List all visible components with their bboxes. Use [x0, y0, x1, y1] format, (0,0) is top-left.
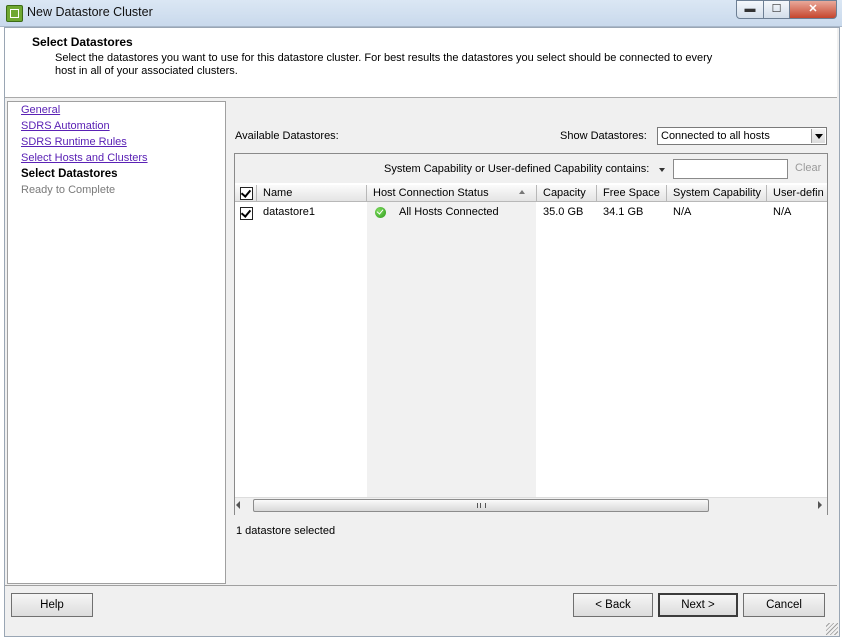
column-header-free-space[interactable]: Free Space — [597, 185, 667, 202]
chevron-down-icon[interactable] — [811, 129, 825, 143]
next-button[interactable]: Next > — [658, 593, 738, 617]
selection-summary: 1 datastore selected — [236, 525, 336, 537]
filter-menu-caret-icon[interactable] — [659, 168, 665, 172]
nav-step-general[interactable]: General — [21, 104, 60, 116]
title-bar: New Datastore Cluster ▬ ☐ ✕ — [0, 0, 842, 27]
cancel-button[interactable]: Cancel — [743, 593, 825, 617]
page-description: Select the datastores you want to use fo… — [55, 52, 713, 77]
cell-name[interactable]: datastore1 — [263, 206, 315, 218]
back-button[interactable]: < Back — [573, 593, 653, 617]
column-header-name[interactable]: Name — [257, 185, 367, 202]
sorted-column-background — [367, 202, 536, 497]
column-header-host-connection-status[interactable]: Host Connection Status — [367, 185, 537, 202]
nav-step-select-hosts-and-clusters[interactable]: Select Hosts and Clusters — [21, 152, 148, 164]
nav-step-select-datastores: Select Datastores — [21, 168, 118, 180]
scroll-left-icon[interactable] — [236, 501, 240, 509]
cell-system-capability: N/A — [673, 206, 692, 218]
close-button[interactable]: ✕ — [789, 0, 837, 19]
cell-host-connection-status: All Hosts Connected — [399, 206, 499, 218]
sort-ascending-icon — [519, 190, 525, 194]
nav-step-sdrs-automation[interactable]: SDRS Automation — [21, 120, 110, 132]
column-header-user-defined[interactable]: User-defin — [767, 185, 827, 202]
select-all-checkbox[interactable] — [240, 187, 253, 200]
show-datastores-dropdown[interactable]: Connected to all hosts — [657, 127, 827, 145]
maximize-button[interactable]: ☐ — [763, 0, 790, 19]
wizard-header: Select Datastores Select the datastores … — [5, 28, 837, 98]
window-title: New Datastore Cluster — [27, 5, 153, 19]
show-datastores-value: Connected to all hosts — [661, 130, 770, 142]
resize-grip-icon[interactable] — [826, 623, 838, 635]
datastore-cluster-icon — [6, 5, 23, 22]
available-datastores-label: Available Datastores: — [235, 130, 339, 142]
help-button[interactable]: Help — [11, 593, 93, 617]
capability-filter-input[interactable] — [673, 159, 788, 179]
footer-divider — [5, 585, 837, 586]
column-header-capacity[interactable]: Capacity — [537, 185, 597, 202]
grip-icon — [477, 503, 486, 508]
cell-free-space: 34.1 GB — [603, 206, 644, 218]
scroll-right-icon[interactable] — [818, 501, 822, 509]
page-title: Select Datastores — [32, 35, 133, 49]
column-header-system-capability[interactable]: System Capability — [667, 185, 767, 202]
row-checkbox[interactable] — [240, 207, 253, 220]
cell-user-defined-capability: N/A — [773, 206, 792, 218]
clear-filter-button[interactable]: Clear — [795, 162, 821, 174]
ok-check-icon — [375, 207, 386, 218]
show-datastores-label: Show Datastores: — [560, 130, 647, 142]
nav-step-sdrs-runtime-rules[interactable]: SDRS Runtime Rules — [21, 136, 127, 148]
minimize-button[interactable]: ▬ — [736, 0, 764, 19]
filter-label[interactable]: System Capability or User-defined Capabi… — [384, 163, 649, 175]
nav-step-ready-to-complete: Ready to Complete — [21, 184, 116, 196]
cell-capacity: 35.0 GB — [543, 206, 584, 218]
